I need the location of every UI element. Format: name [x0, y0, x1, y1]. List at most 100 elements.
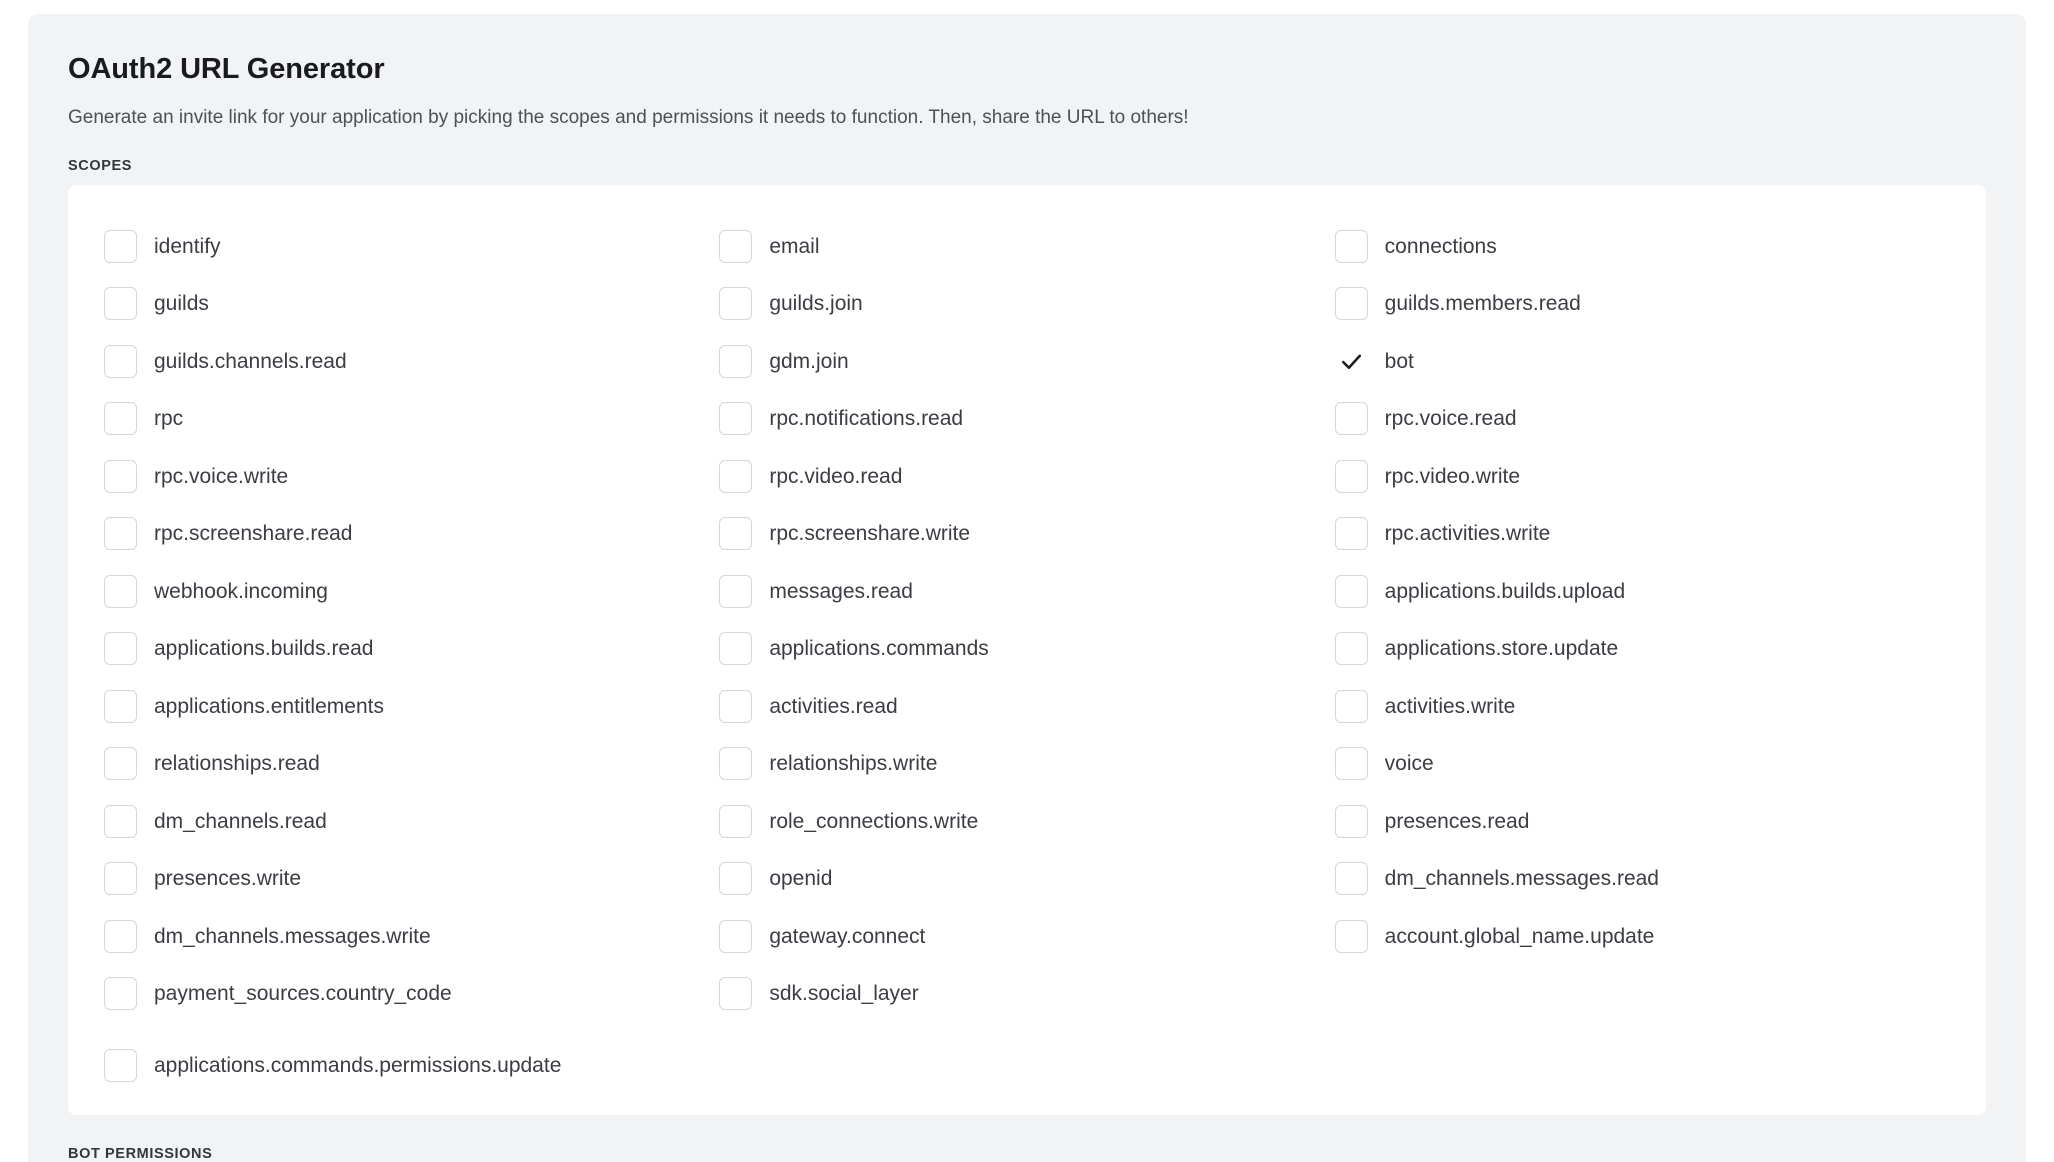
scope-row[interactable]: connections	[1334, 217, 1950, 275]
scope-row[interactable]: rpc.activities.write	[1334, 505, 1950, 563]
scope-row[interactable]: applications.commands.permissions.update	[104, 1036, 1950, 1094]
oauth2-url-generator-page: OAuth2 URL Generator Generate an invite …	[0, 0, 2054, 1162]
checkbox-icon[interactable]	[719, 344, 753, 378]
scope-row[interactable]: rpc.video.write	[1334, 447, 1950, 505]
scope-row[interactable]: rpc.notifications.read	[719, 390, 1334, 448]
scope-row[interactable]: voice	[1334, 735, 1950, 793]
scope-row[interactable]: identify	[104, 217, 719, 275]
checkbox-icon[interactable]	[104, 804, 137, 838]
scope-row[interactable]: guilds.join	[719, 275, 1334, 333]
scope-row[interactable]: relationships.write	[719, 735, 1334, 793]
checkbox-icon[interactable]	[1334, 689, 1368, 723]
scope-row[interactable]: openid	[719, 850, 1334, 908]
scope-row[interactable]: dm_channels.read	[104, 792, 719, 850]
scope-row[interactable]: guilds.members.read	[1334, 275, 1950, 333]
scope-label: rpc.voice.read	[1384, 407, 1517, 431]
scope-label: webhook.incoming	[154, 579, 328, 603]
checkbox-icon[interactable]	[719, 632, 753, 666]
scope-label: activities.read	[769, 694, 898, 718]
scope-row[interactable]: role_connections.write	[719, 792, 1334, 850]
scope-label: role_connections.write	[769, 809, 979, 833]
checkbox-icon[interactable]	[719, 977, 753, 1011]
scope-row[interactable]: applications.builds.upload	[1334, 562, 1950, 620]
checkbox-icon[interactable]	[104, 229, 137, 263]
scope-row[interactable]: relationships.read	[104, 735, 719, 793]
checkbox-icon[interactable]	[719, 229, 753, 263]
checkbox-icon[interactable]	[104, 632, 137, 666]
scope-row[interactable]: applications.builds.read	[104, 620, 719, 678]
scope-row[interactable]: rpc	[104, 390, 719, 448]
scope-row[interactable]: messages.read	[719, 562, 1334, 620]
scope-row[interactable]: rpc.voice.read	[1334, 390, 1950, 448]
scope-row[interactable]: applications.entitlements	[104, 677, 719, 735]
scope-row[interactable]: sdk.social_layer	[719, 965, 1334, 1023]
checkbox-icon[interactable]	[104, 977, 137, 1011]
checkbox-icon[interactable]	[719, 459, 753, 493]
checkbox-icon[interactable]	[104, 689, 137, 723]
checkbox-icon[interactable]	[104, 1048, 137, 1082]
checkbox-icon[interactable]	[1334, 862, 1368, 896]
scopes-grid: identify email connections guilds guilds.joi…	[104, 217, 1950, 1094]
checkbox-icon[interactable]	[104, 862, 137, 896]
checkbox-icon[interactable]	[104, 747, 137, 781]
checkbox-icon[interactable]	[104, 402, 137, 436]
scope-row[interactable]: applications.commands	[719, 620, 1334, 678]
scope-row[interactable]: rpc.video.read	[719, 447, 1334, 505]
scope-row[interactable]: activities.write	[1334, 677, 1950, 735]
scope-row[interactable]: gateway.connect	[719, 907, 1334, 965]
checkbox-icon[interactable]	[719, 919, 753, 953]
scope-row[interactable]: gdm.join	[719, 332, 1334, 390]
oauth2-generator-card: OAuth2 URL Generator Generate an invite …	[28, 14, 2026, 1162]
checkbox-icon[interactable]	[1334, 574, 1368, 608]
checkbox-icon[interactable]	[719, 804, 753, 838]
scope-label: sdk.social_layer	[769, 982, 919, 1006]
scope-row[interactable]: dm_channels.messages.read	[1334, 850, 1950, 908]
scope-label: presences.read	[1384, 809, 1530, 833]
checkbox-icon[interactable]	[1334, 459, 1368, 493]
checkbox-icon[interactable]	[104, 517, 137, 551]
scope-label: messages.read	[769, 579, 913, 603]
scope-row[interactable]: presences.write	[104, 850, 719, 908]
page-title: OAuth2 URL Generator	[68, 53, 385, 85]
checkbox-icon[interactable]	[104, 919, 137, 953]
scope-row[interactable]: rpc.screenshare.write	[719, 505, 1334, 563]
scope-label: activities.write	[1384, 694, 1516, 718]
checkbox-icon[interactable]	[719, 689, 753, 723]
scope-row[interactable]: guilds.channels.read	[104, 332, 719, 390]
scope-row[interactable]: rpc.voice.write	[104, 447, 719, 505]
checkbox-icon[interactable]	[1334, 517, 1368, 551]
checkbox-icon[interactable]	[104, 344, 137, 378]
scope-row[interactable]: rpc.screenshare.read	[104, 505, 719, 563]
scope-row[interactable]: applications.store.update	[1334, 620, 1950, 678]
checkbox-icon[interactable]	[1334, 919, 1368, 953]
scope-label: gdm.join	[769, 349, 849, 373]
checkbox-icon[interactable]	[1334, 632, 1368, 666]
checkbox-icon[interactable]	[1334, 804, 1368, 838]
scopes-section-label: SCOPES	[68, 158, 133, 175]
checkbox-icon[interactable]	[719, 862, 753, 896]
page-description: Generate an invite link for your applica…	[68, 106, 1189, 128]
checkbox-icon[interactable]	[719, 574, 753, 608]
scope-label: guilds.members.read	[1384, 292, 1581, 316]
scope-row[interactable]: account.global_name.update	[1334, 907, 1950, 965]
checkbox-icon[interactable]	[719, 517, 753, 551]
checkbox-icon[interactable]	[104, 287, 137, 321]
scope-row[interactable]: bot	[1335, 332, 1950, 390]
checkbox-icon[interactable]	[1334, 287, 1368, 321]
checkbox-icon[interactable]	[719, 287, 753, 321]
checkbox-icon[interactable]	[104, 574, 137, 608]
scope-row[interactable]: dm_channels.messages.write	[104, 907, 719, 965]
checkbox-icon[interactable]	[1334, 747, 1368, 781]
checkbox-icon[interactable]	[719, 747, 753, 781]
scope-row[interactable]: payment_sources.country_code	[104, 965, 719, 1023]
checkbox-icon[interactable]	[1334, 402, 1368, 436]
scope-row[interactable]: activities.read	[719, 677, 1334, 735]
checkbox-icon[interactable]	[104, 459, 137, 493]
check-icon[interactable]	[1335, 345, 1368, 378]
checkbox-icon[interactable]	[1334, 229, 1368, 263]
scope-row[interactable]: presences.read	[1334, 792, 1950, 850]
checkbox-icon[interactable]	[719, 402, 753, 436]
scope-row[interactable]: guilds	[104, 275, 719, 333]
scope-row[interactable]: webhook.incoming	[104, 562, 719, 620]
scope-row[interactable]: email	[719, 217, 1334, 275]
